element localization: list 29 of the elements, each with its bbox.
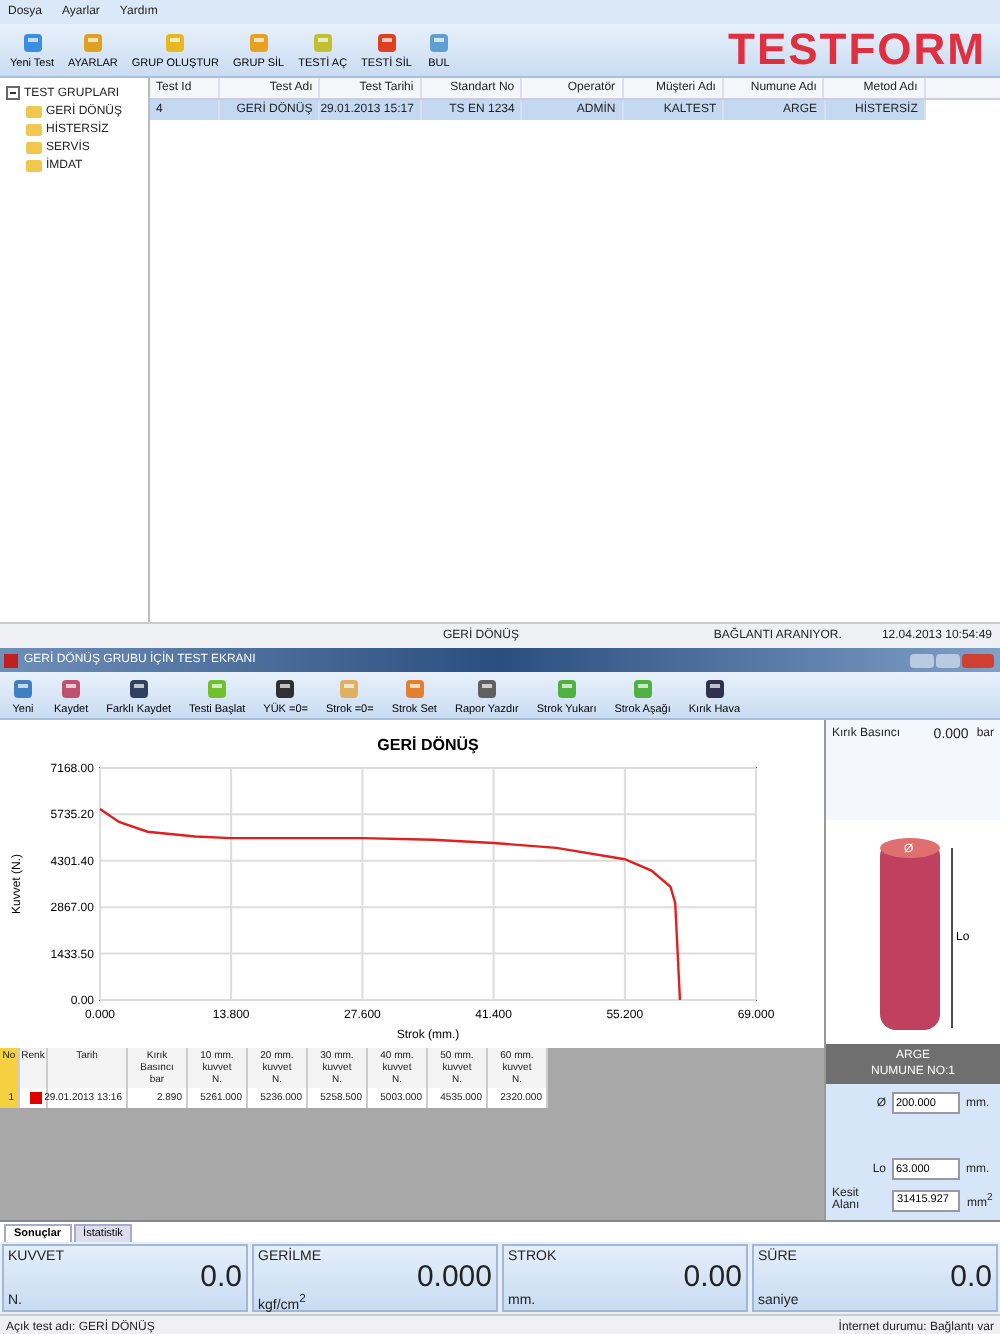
toolbar-icon <box>162 30 189 56</box>
toolbar-icon <box>125 675 152 701</box>
readout-value: 0.000 <box>414 1260 492 1294</box>
toolbar-icon <box>553 675 580 701</box>
maximize-button[interactable] <box>936 653 960 667</box>
collapse-icon[interactable] <box>6 86 20 100</box>
toolbar-icon <box>629 675 656 701</box>
readout-value: 0.0 <box>198 1260 242 1294</box>
readout-value: 0.0 <box>948 1260 992 1294</box>
toolbar-icon <box>425 30 452 56</box>
toolbar-icon <box>58 675 85 701</box>
chart-title: GERİ DÖNÜŞ <box>377 736 479 754</box>
toolbar-icon <box>19 30 46 56</box>
close-button[interactable] <box>962 653 994 667</box>
toolbar-icon <box>401 675 428 701</box>
toolbar-icon <box>373 30 400 56</box>
toolbar-icon <box>272 675 299 701</box>
toolbar-icon <box>336 675 363 701</box>
toolbar-icon <box>79 30 106 56</box>
app-icon <box>4 653 18 667</box>
minimize-button[interactable] <box>910 653 934 667</box>
toolbar-icon <box>204 675 231 701</box>
readout-value: 0.00 <box>681 1260 742 1294</box>
toolbar-icon <box>245 30 272 56</box>
logo: TESTFORM <box>728 24 988 76</box>
toolbar-icon <box>473 675 500 701</box>
toolbar-icon <box>701 675 728 701</box>
toolbar-icon <box>309 30 336 56</box>
toolbar-icon <box>10 675 36 701</box>
